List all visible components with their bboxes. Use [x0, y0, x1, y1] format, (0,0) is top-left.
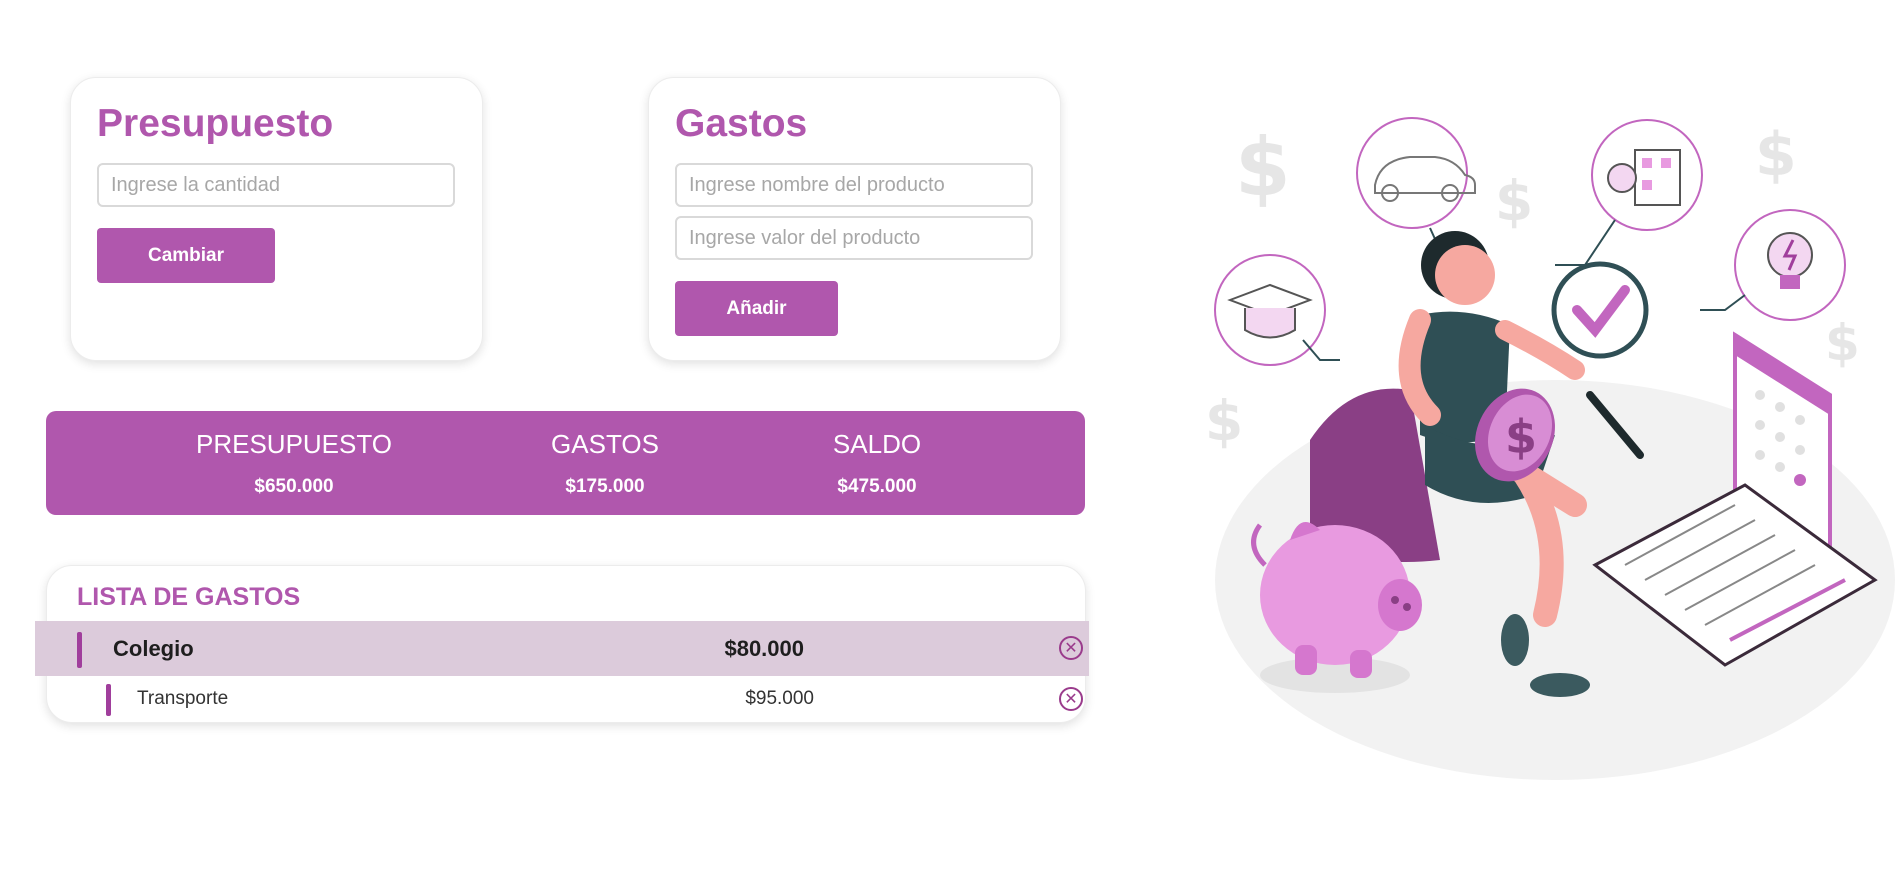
summary-budget-value: $650.000 — [254, 476, 334, 497]
svg-text:$: $ — [1505, 410, 1537, 464]
svg-text:$: $ — [1205, 389, 1243, 453]
svg-text:$: $ — [1825, 314, 1860, 372]
expense-row-selected[interactable]: Colegio $80.000 ✕ — [35, 621, 1089, 676]
summary-bar: PRESUPUESTO $650.000 GASTOS $175.000 SAL… — [46, 411, 1085, 515]
car-icon — [1356, 117, 1468, 229]
product-value-input[interactable] — [675, 216, 1033, 260]
row-marker — [106, 684, 111, 716]
finance-illustration: $ $ $ $ $ $ — [1205, 117, 1895, 780]
expense-list: LISTA DE GASTOS Colegio $80.000 ✕ Transp… — [35, 565, 1089, 723]
change-budget-button[interactable]: Cambiar — [97, 228, 275, 283]
summary-expenses: GASTOS $175.000 — [485, 429, 725, 498]
add-expense-button[interactable]: Añadir — [675, 281, 838, 336]
summary-balance-value: $475.000 — [837, 476, 917, 497]
expense-value: $80.000 — [724, 636, 804, 661]
budget-card-title: Presupuesto — [97, 102, 334, 145]
circle-x-icon[interactable]: ✕ — [1059, 687, 1083, 711]
summary-expenses-label: GASTOS — [551, 429, 659, 459]
expense-card: Gastos Añadir — [648, 77, 1061, 361]
summary-budget-label: PRESUPUESTO — [195, 429, 392, 459]
summary-balance-label: SALDO — [832, 429, 922, 459]
row-marker — [77, 632, 82, 668]
budget-amount-input[interactable] — [97, 163, 455, 207]
summary-balance: SALDO $475.000 — [757, 429, 997, 498]
summary-budget: PRESUPUESTO $650.000 — [174, 429, 414, 498]
checkmark-icon — [1551, 261, 1649, 359]
circle-x-icon[interactable]: ✕ — [1059, 636, 1083, 660]
summary-expenses-value: $175.000 — [565, 476, 645, 497]
product-name-input[interactable] — [675, 163, 1033, 207]
expense-row[interactable]: Transporte $95.000 ✕ — [47, 676, 1085, 722]
svg-text:$: $ — [1495, 169, 1533, 233]
svg-text:$: $ — [1235, 121, 1291, 214]
expense-list-title: LISTA DE GASTOS — [77, 583, 301, 611]
svg-text:$: $ — [1755, 120, 1797, 190]
expense-card-title: Gastos — [675, 102, 808, 145]
expense-value: $95.000 — [745, 688, 814, 709]
expense-name: Transporte — [137, 688, 229, 709]
expense-name: Colegio — [113, 636, 194, 661]
budget-card: Presupuesto Cambiar — [70, 77, 483, 361]
